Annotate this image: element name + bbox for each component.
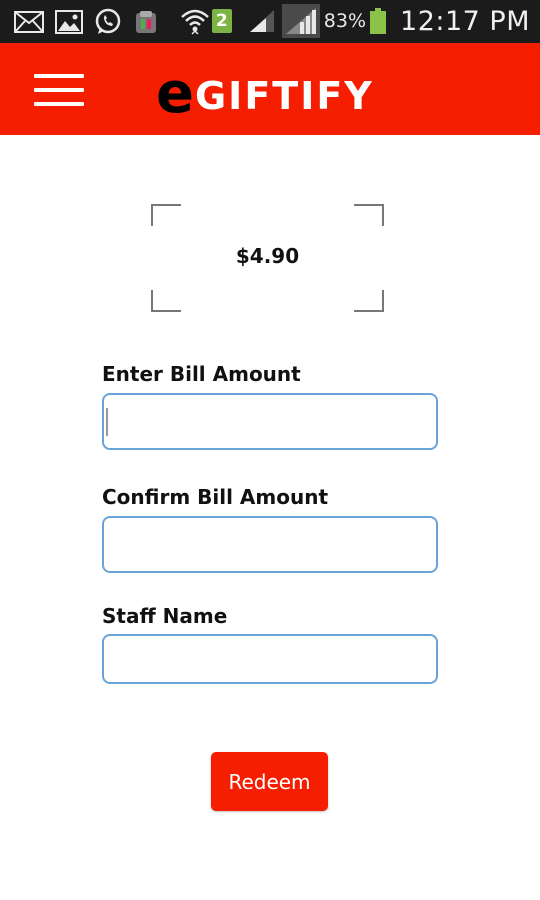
staff-name-input[interactable] [102, 634, 438, 684]
menu-icon[interactable] [34, 73, 84, 109]
whatsapp-icon [95, 8, 121, 34]
app-bar: e GIFTIFY [0, 43, 540, 135]
voucher-amount: $4.90 [235, 244, 300, 268]
staff-name-label: Staff Name [102, 604, 228, 628]
signal-icon-2 [281, 4, 320, 38]
signal-icon [249, 10, 274, 32]
voucher-amount-frame: $4.90 [151, 204, 384, 312]
notification-badge: 2 [211, 9, 232, 33]
frame-corner-top-right [354, 204, 384, 226]
battery-percent: 83% [323, 10, 367, 32]
logo-e: e [156, 61, 194, 126]
logo-text: GIFTIFY [194, 74, 374, 118]
status-bar-right: 2 83% 12:17 PM [180, 4, 530, 38]
bill-amount-label: Enter Bill Amount [102, 362, 301, 386]
confirm-amount-label: Confirm Bill Amount [102, 485, 329, 509]
gallery-icon [55, 10, 83, 34]
frame-corner-bottom-right [354, 290, 384, 312]
status-clock: 12:17 PM [400, 5, 530, 37]
frame-corner-bottom-left [151, 290, 181, 312]
redeem-button[interactable]: Redeem [211, 752, 328, 811]
text-caret [106, 408, 108, 436]
mail-icon [14, 11, 44, 33]
app-icon [136, 11, 156, 33]
confirm-amount-input[interactable] [102, 516, 438, 573]
battery-icon [370, 8, 387, 34]
bill-amount-input[interactable] [102, 393, 438, 450]
app-logo: e GIFTIFY [156, 61, 374, 126]
wifi-icon [180, 9, 209, 35]
status-bar-left [14, 8, 159, 36]
frame-corner-top-left [151, 204, 181, 226]
status-bar: 2 83% 12:17 PM [0, 0, 540, 43]
